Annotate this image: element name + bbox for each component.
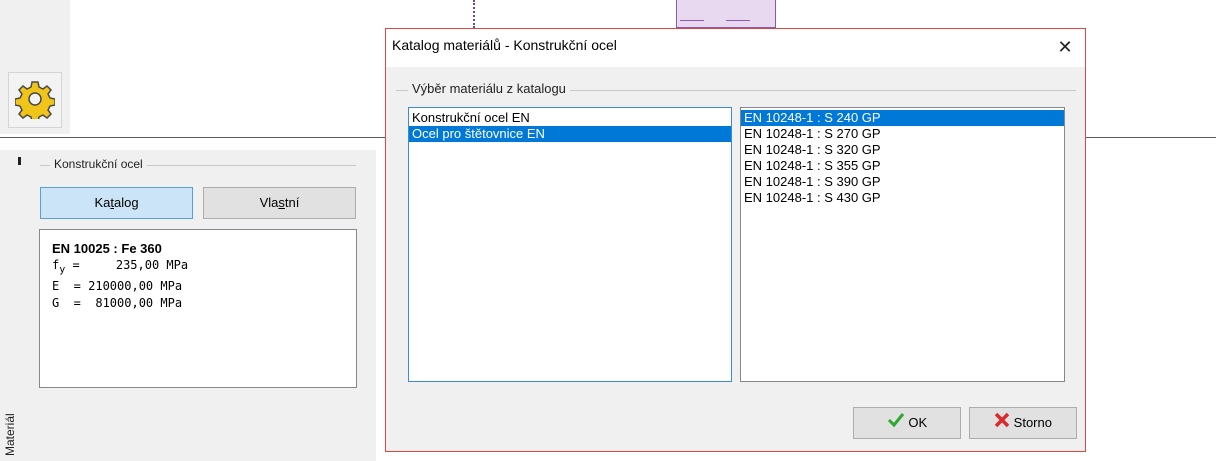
settings-button[interactable] [8, 72, 62, 128]
list-item[interactable]: EN 10248-1 : S 355 GP [741, 158, 1064, 174]
katalog-button[interactable]: Katalog [40, 187, 193, 219]
category-list[interactable]: Konstrukční ocel EN Ocel pro štětovnice … [408, 107, 732, 382]
list-item-selected[interactable]: Ocel pro štětovnice EN [409, 126, 731, 142]
ok-label: OK [908, 415, 928, 430]
fy-line: fy = 235,00 MPa [52, 258, 189, 276]
side-tab-materialy[interactable]: Materiál [0, 396, 20, 460]
list-item-selected[interactable]: EN 10248-1 : S 240 GP [741, 110, 1064, 126]
material-list[interactable]: EN 10248-1 : S 240 GP EN 10248-1 : S 270… [740, 107, 1065, 382]
diagram-dotted-line [473, 0, 475, 28]
storno-button[interactable]: Storno [969, 407, 1077, 439]
e-line: E = 210000,00 MPa [52, 279, 183, 294]
group-label: Konstrukční ocel [50, 157, 147, 171]
list-item[interactable]: Konstrukční ocel EN [409, 110, 731, 126]
diagram-element [676, 0, 776, 28]
diagram-segment [726, 20, 750, 21]
material-info-box: EN 10025 : Fe 360 fy = 235,00 MPa E = 21… [39, 229, 357, 388]
x-icon [994, 409, 1010, 439]
list-item[interactable]: EN 10248-1 : S 390 GP [741, 174, 1064, 190]
diagram-segment [680, 20, 704, 21]
vlastni-button[interactable]: Vlastní [203, 187, 356, 219]
close-button[interactable]: ✕ [1050, 34, 1080, 60]
close-icon: ✕ [1057, 37, 1073, 57]
list-item[interactable]: EN 10248-1 : S 430 GP [741, 190, 1064, 206]
material-name: EN 10025 : Fe 360 [52, 241, 162, 256]
gear-icon [14, 79, 56, 123]
ok-button[interactable]: OK [853, 407, 961, 439]
dialog-title: Katalog materiálů - Konstrukční ocel [392, 37, 617, 53]
dialog-group-label: Výběr materiálu z katalogu [408, 81, 570, 96]
checkmark-icon [887, 409, 905, 439]
g-line: G = 81000,00 MPa [52, 296, 183, 311]
storno-label: Storno [1013, 415, 1052, 430]
list-item[interactable]: EN 10248-1 : S 270 GP [741, 126, 1064, 142]
side-tab-marker [18, 157, 21, 165]
list-item[interactable]: EN 10248-1 : S 320 GP [741, 142, 1064, 158]
